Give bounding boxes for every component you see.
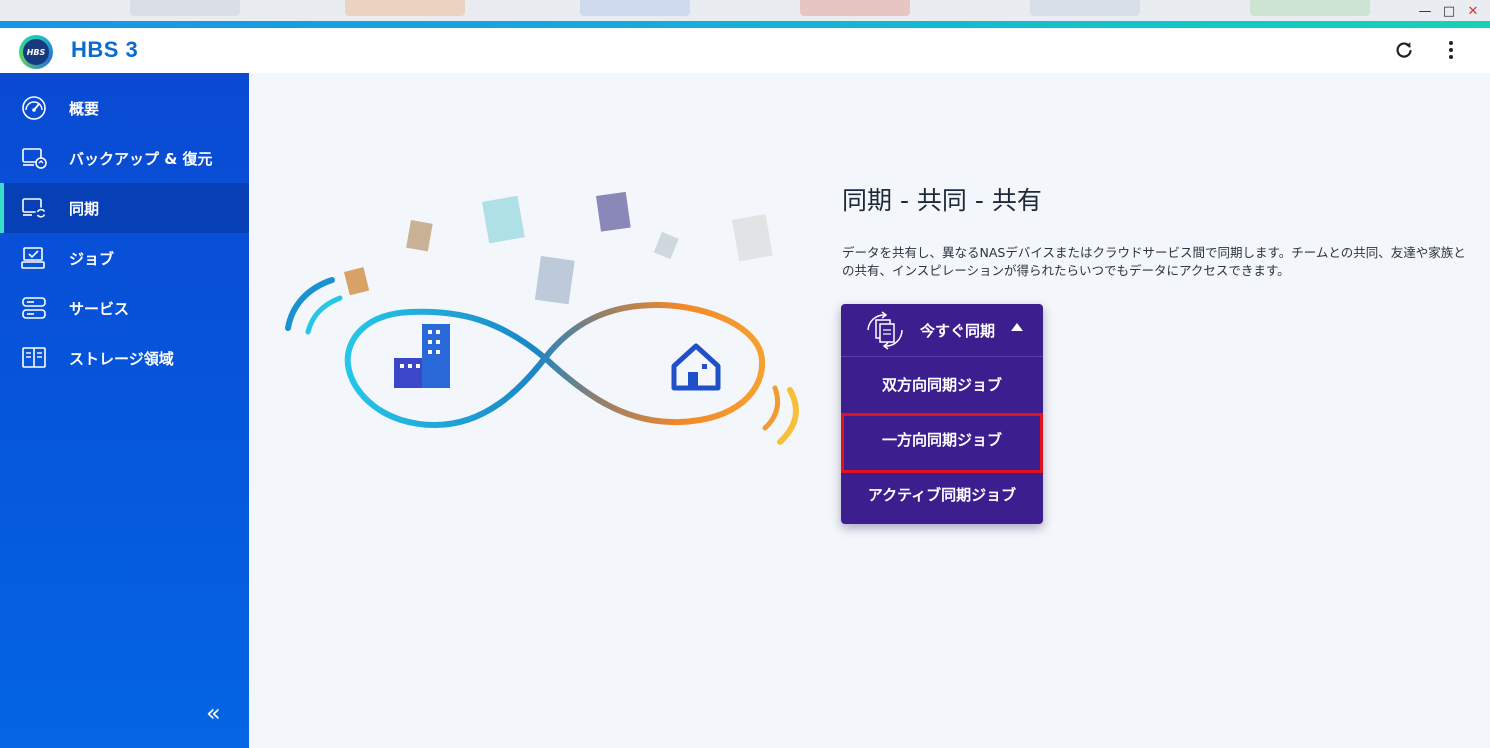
- active-sync-job-option[interactable]: アクティブ同期ジョブ: [841, 467, 1043, 522]
- maximize-icon: □: [1442, 3, 1456, 19]
- sidebar-item-backup-restore[interactable]: バックアップ & 復元: [0, 133, 249, 183]
- sidebar-item-overview[interactable]: 概要: [0, 83, 249, 133]
- sidebar-item-sync[interactable]: 同期: [0, 183, 249, 233]
- backup-restore-icon: [22, 148, 47, 169]
- close-icon: ✕: [1467, 3, 1479, 19]
- background-app-tile: [580, 0, 690, 16]
- document-icon: [534, 256, 575, 305]
- sidebar-item-label: バックアップ & 復元: [69, 150, 213, 168]
- sidebar-item-label: ストレージ領域: [69, 350, 174, 368]
- sidebar-item-label: ジョブ: [69, 250, 115, 268]
- jobs-icon: [21, 247, 45, 269]
- background-app-tile: [1250, 0, 1370, 16]
- document-icon: [596, 191, 631, 232]
- page-description: データを共有し、異なるNASデバイスまたはクラウドサービス間で同期します。チーム…: [842, 245, 1466, 278]
- sidebar-item-label: 同期: [69, 200, 100, 218]
- refresh-icon: [1396, 42, 1412, 58]
- menu-item-label: 双方向同期ジョブ: [881, 376, 1002, 394]
- sync-now-button[interactable]: 今すぐ同期: [841, 304, 1043, 357]
- page-title: 同期 - 共同 - 共有: [842, 186, 1042, 215]
- minimize-icon: —: [1418, 3, 1432, 19]
- logo-text: HBS: [23, 39, 49, 65]
- sync-illustration: [285, 191, 799, 445]
- sidebar: 概要 バックアップ & 復元 同期 ジョブ サービス ストレージ領域 «: [0, 73, 249, 748]
- refresh-button[interactable]: [1392, 38, 1416, 62]
- office-building-icon: [394, 324, 450, 388]
- one-way-sync-job-option[interactable]: 一方向同期ジョブ: [841, 413, 1043, 473]
- dashboard-gauge-icon: [22, 96, 46, 120]
- two-way-sync-job-option[interactable]: 双方向同期ジョブ: [841, 357, 1043, 412]
- document-icon: [344, 267, 370, 296]
- sidebar-item-jobs[interactable]: ジョブ: [0, 233, 249, 283]
- sidebar-item-label: 概要: [69, 100, 100, 118]
- background-app-tile: [800, 0, 910, 16]
- sync-files-icon: [867, 311, 903, 350]
- background-app-tile: [345, 0, 465, 16]
- collapse-sidebar-button[interactable]: «: [206, 701, 232, 725]
- app-header: HBS HBS 3: [0, 28, 1490, 73]
- caret-up-icon: [1011, 323, 1023, 331]
- sidebar-item-services[interactable]: サービス: [0, 283, 249, 333]
- menu-item-label: 一方向同期ジョブ: [881, 430, 1002, 449]
- more-options-button[interactable]: [1439, 38, 1463, 62]
- document-icon: [653, 232, 679, 260]
- services-icon: [22, 297, 46, 319]
- sidebar-item-label: サービス: [69, 300, 130, 318]
- double-chevron-left-icon: «: [206, 699, 221, 727]
- storage-space-icon: [22, 347, 46, 368]
- background-app-tile: [1030, 0, 1140, 16]
- home-icon: [671, 343, 721, 391]
- background-app-tile: [130, 0, 240, 16]
- minimize-button[interactable]: —: [1416, 2, 1434, 20]
- document-icon: [482, 195, 525, 244]
- maximize-button[interactable]: □: [1440, 2, 1458, 20]
- window-titlebar: — □ ✕: [0, 0, 1490, 21]
- accent-strip: [0, 21, 1490, 28]
- sync-now-label: 今すぐ同期: [920, 322, 996, 340]
- more-vertical-icon: [1449, 41, 1453, 59]
- app-title: HBS 3: [71, 37, 139, 62]
- sync-now-menu: 今すぐ同期 双方向同期ジョブ 一方向同期ジョブ アクティブ同期ジョブ: [841, 304, 1043, 524]
- document-icon: [732, 214, 773, 262]
- hbs-logo-icon: HBS: [19, 35, 53, 69]
- sync-icon: [22, 198, 47, 219]
- document-icon: [406, 220, 433, 252]
- menu-item-label: アクティブ同期ジョブ: [867, 486, 1017, 504]
- close-button[interactable]: ✕: [1464, 2, 1482, 20]
- sidebar-item-storage-space[interactable]: ストレージ領域: [0, 333, 249, 383]
